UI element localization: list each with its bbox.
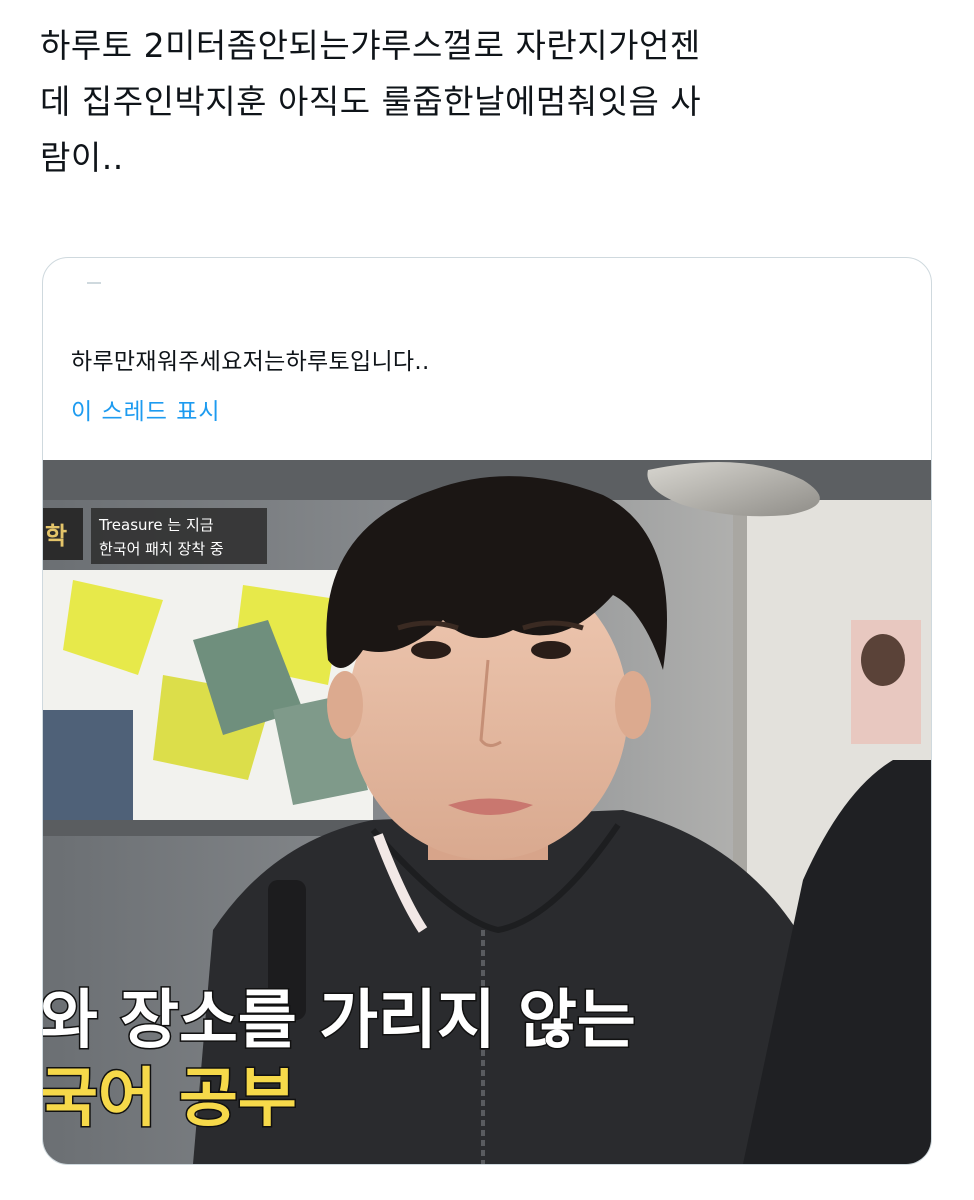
logo-fragment: 학: [45, 522, 67, 550]
tweet-text-line: 하루토 2미터좀안되는갸루스껄로 자란지가언젠: [40, 26, 701, 65]
quoted-author-placeholder: [87, 282, 101, 284]
quoted-tweet-header: 하루만재워주세요저는하루토입니다.. 이 스레드 표시: [43, 258, 931, 460]
overlay-caption-line1: Treasure 는 지금: [98, 516, 214, 534]
quoted-tweet-text: 하루만재워주세요저는하루토입니다..: [71, 349, 430, 375]
photo-illustration: 학 Treasure 는 지금 한국어 패치 장착 중 와 장소를 가리지 않는…: [43, 460, 931, 1164]
show-thread-link[interactable]: 이 스레드 표시: [71, 392, 221, 426]
quoted-tweet-photo[interactable]: 학 Treasure 는 지금 한국어 패치 장착 중 와 장소를 가리지 않는…: [43, 460, 931, 1164]
quoted-tweet-card[interactable]: 하루만재워주세요저는하루토입니다.. 이 스레드 표시 학 Treasure 는…: [42, 257, 932, 1165]
overlay-caption-line2: 한국어 패치 장착 중: [99, 540, 224, 558]
broadcast-caption: 학 Treasure 는 지금 한국어 패치 장착 중: [43, 508, 267, 564]
tweet-text-line: 데 집주인박지훈 아직도 룰줍한날에멈춰잇음 사: [40, 82, 702, 121]
poster: [43, 570, 373, 836]
subtitle-line2: 국어 공부: [43, 1062, 297, 1136]
tweet-text: 하루토 2미터좀안되는갸루스껄로 자란지가언젠 데 집주인박지훈 아직도 룰줍한…: [40, 18, 940, 186]
tweet-text-line: 람이..: [40, 138, 124, 177]
subtitle-line1: 와 장소를 가리지 않는: [43, 984, 636, 1058]
